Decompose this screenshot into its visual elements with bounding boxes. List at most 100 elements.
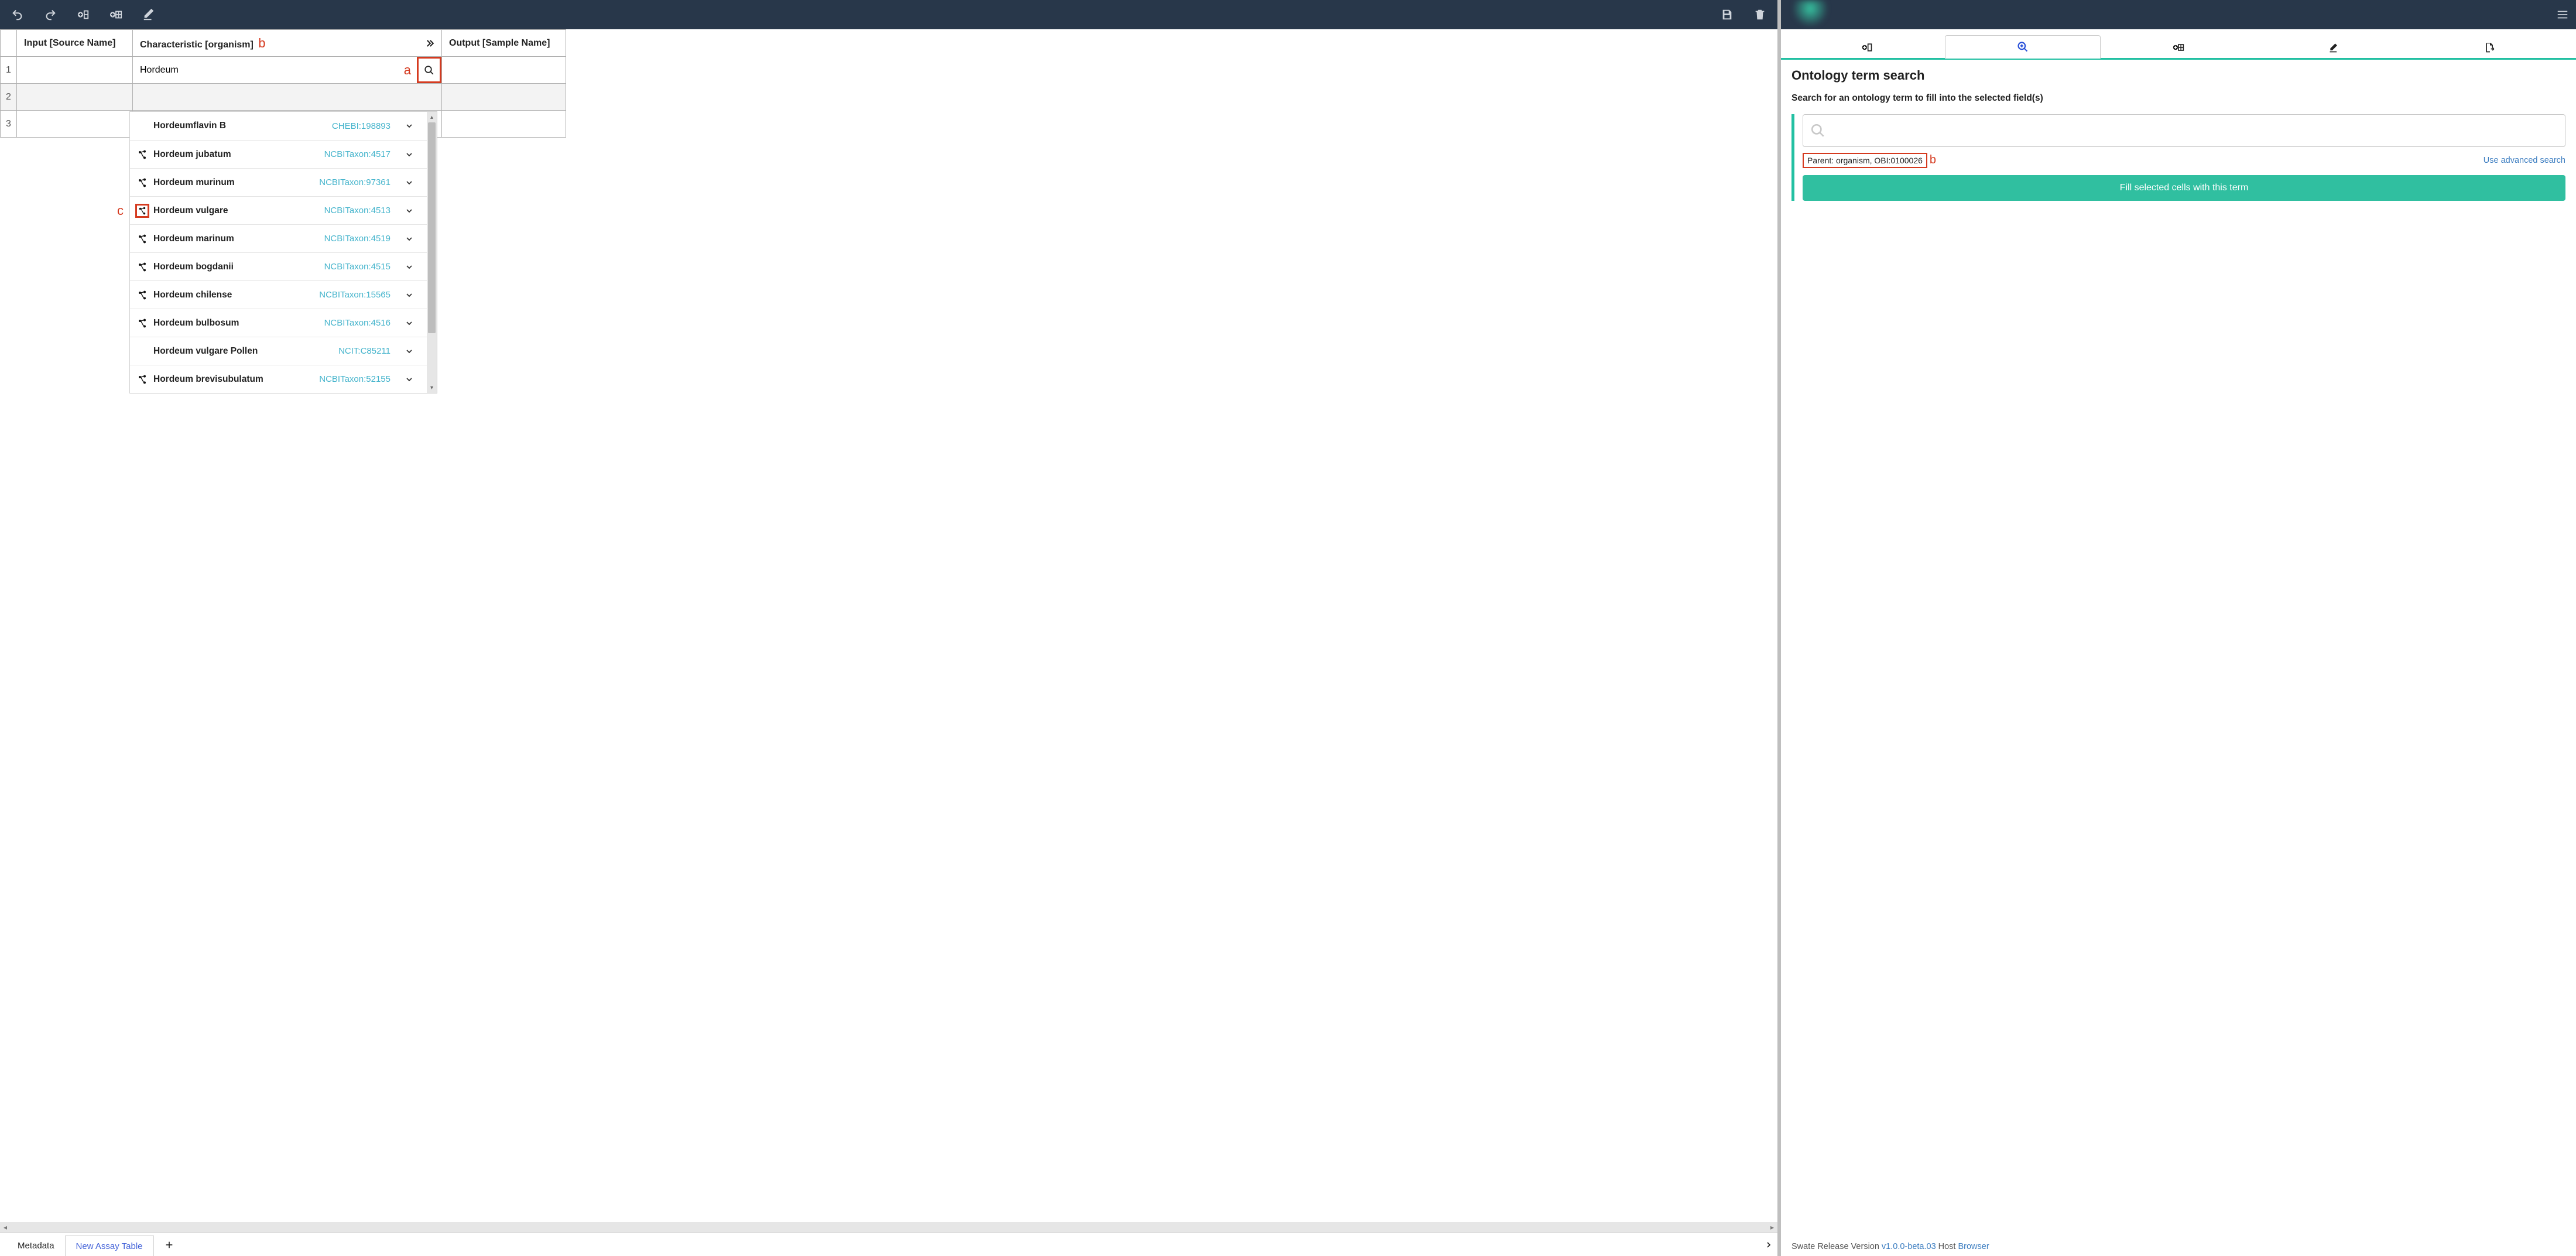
undo-button[interactable]: [7, 4, 28, 25]
save-icon: [1721, 8, 1734, 21]
dropdown-expand-button[interactable]: [399, 121, 420, 131]
dropdown-term-id: NCIT:C85211: [338, 346, 390, 356]
term-search-input[interactable]: [133, 57, 417, 83]
add-tab-button[interactable]: [154, 1233, 184, 1256]
dropdown-term-id: NCBITaxon:52155: [319, 374, 390, 384]
dropdown-term-id: CHEBI:198893: [332, 121, 390, 131]
cell-characteristic-2[interactable]: [133, 84, 442, 111]
add-table-icon: [109, 8, 122, 21]
dropdown-term-label: Hordeum bogdanii: [153, 262, 234, 272]
dropdown-expand-button[interactable]: [399, 234, 420, 244]
tool-tab-edit[interactable]: [2256, 35, 2412, 59]
row-header-3[interactable]: 3: [1, 111, 17, 138]
tree-icon[interactable]: [137, 318, 148, 328]
cell-output-3[interactable]: [442, 111, 566, 138]
hscroll-left-arrow[interactable]: ◂: [0, 1223, 11, 1231]
column-header-output[interactable]: Output [Sample Name]: [442, 30, 566, 57]
sheet-tabbar: Metadata New Assay Table: [0, 1233, 1777, 1256]
dropdown-item[interactable]: Hordeum bulbosumNCBITaxon:4516: [130, 309, 427, 337]
main-toolbar: [0, 0, 1777, 29]
annotation-c: c: [117, 203, 124, 218]
dropdown-item[interactable]: Hordeum vulgareNCBITaxon:4513c: [130, 196, 427, 224]
dropdown-item[interactable]: Hordeum brevisubulatumNCBITaxon:52155: [130, 365, 427, 393]
expand-column-button[interactable]: [424, 37, 436, 49]
dropdown-scrollbar[interactable]: ▴ ▾: [427, 112, 437, 393]
dropdown-expand-button[interactable]: [399, 290, 420, 300]
redo-button[interactable]: [40, 4, 61, 25]
tool-tab-add-column[interactable]: [1789, 35, 1945, 59]
dropdown-expand-button[interactable]: [399, 319, 420, 328]
cell-input-1[interactable]: [17, 57, 133, 84]
scrollbar-thumb[interactable]: [428, 122, 436, 333]
dropdown-expand-button[interactable]: [399, 150, 420, 159]
tree-icon[interactable]: [137, 149, 148, 160]
delete-button[interactable]: [1749, 4, 1770, 25]
parent-term-box: Parent: organism, OBI:0100026: [1803, 153, 1927, 168]
hamburger-menu-button[interactable]: [2556, 8, 2569, 21]
dropdown-expand-button[interactable]: [399, 178, 420, 187]
row-header-1[interactable]: 1: [1, 57, 17, 84]
scroll-up-arrow[interactable]: ▴: [430, 112, 433, 122]
tree-icon[interactable]: [137, 177, 148, 188]
column-header-input[interactable]: Input [Source Name]: [17, 30, 133, 57]
tool-tab-add-table[interactable]: [2101, 35, 2256, 59]
ontology-search-input[interactable]: [1803, 114, 2565, 147]
term-search-button[interactable]: [417, 57, 441, 83]
tree-icon[interactable]: [137, 374, 148, 385]
tool-tab-export[interactable]: [2412, 35, 2568, 59]
footer-version-link[interactable]: v1.0.0-beta.03: [1882, 1242, 1936, 1251]
row-header-2[interactable]: 2: [1, 84, 17, 111]
panel-title: Ontology term search: [1791, 68, 2565, 83]
footer-host-label: Host: [1938, 1242, 1956, 1251]
edit-icon: [142, 8, 155, 21]
tabs-scroll-right[interactable]: [1760, 1233, 1777, 1256]
dropdown-term-label: Hordeum chilense: [153, 290, 232, 300]
hscroll-right-arrow[interactable]: ▸: [1767, 1223, 1777, 1231]
advanced-search-link[interactable]: Use advanced search: [2483, 156, 2565, 165]
dropdown-item[interactable]: Hordeum jubatumNCBITaxon:4517: [130, 140, 427, 168]
dropdown-term-id: NCBITaxon:4519: [324, 234, 390, 244]
cell-output-1[interactable]: [442, 57, 566, 84]
horizontal-scrollbar[interactable]: ◂ ▸: [0, 1222, 1777, 1233]
dropdown-item[interactable]: Hordeum marinumNCBITaxon:4519: [130, 224, 427, 252]
tree-icon[interactable]: [137, 262, 148, 272]
footer-host-link[interactable]: Browser: [1958, 1242, 1989, 1251]
dropdown-expand-button[interactable]: [399, 206, 420, 215]
column-header-characteristic[interactable]: Characteristic [organism] b: [133, 30, 442, 57]
dropdown-item[interactable]: Hordeum vulgare PollenNCIT:C85211: [130, 337, 427, 365]
tool-tab-search[interactable]: [1945, 35, 2101, 59]
dropdown-item[interactable]: Hordeum murinumNCBITaxon:97361: [130, 168, 427, 196]
add-table-button[interactable]: [105, 4, 126, 25]
fill-cells-button[interactable]: Fill selected cells with this term: [1803, 175, 2565, 201]
search-icon: [1810, 123, 1825, 138]
scroll-down-arrow[interactable]: ▾: [430, 382, 433, 393]
dropdown-expand-button[interactable]: [399, 347, 420, 356]
dropdown-term-id: NCBITaxon:4516: [324, 318, 390, 328]
panel-subtitle: Search for an ontology term to fill into…: [1791, 93, 2565, 105]
tree-icon[interactable]: [137, 290, 148, 300]
dropdown-item[interactable]: Hordeum chilenseNCBITaxon:15565: [130, 280, 427, 309]
dropdown-term-label: Hordeum murinum: [153, 177, 235, 188]
dropdown-item[interactable]: Hordeumflavin BCHEBI:198893: [130, 112, 427, 140]
footer-prefix: Swate Release Version: [1791, 1242, 1879, 1251]
plus-icon: [165, 1240, 174, 1250]
cell-output-2[interactable]: [442, 84, 566, 111]
tree-icon[interactable]: [137, 234, 148, 244]
add-column-button[interactable]: [73, 4, 94, 25]
dropdown-expand-button[interactable]: [399, 262, 420, 272]
cell-input-3[interactable]: [17, 111, 133, 138]
dropdown-expand-button[interactable]: [399, 375, 420, 384]
cell-input-2[interactable]: [17, 84, 133, 111]
tree-icon[interactable]: [137, 206, 148, 216]
edit-button[interactable]: [138, 4, 159, 25]
dropdown-item[interactable]: Hordeum bogdaniiNCBITaxon:4515: [130, 252, 427, 280]
hscroll-track[interactable]: [11, 1222, 1767, 1233]
dropdown-term-label: Hordeum vulgare: [153, 206, 228, 216]
cell-characteristic-1[interactable]: a: [133, 57, 442, 84]
redo-icon: [44, 8, 57, 21]
tab-metadata[interactable]: Metadata: [7, 1236, 65, 1256]
save-button[interactable]: [1717, 4, 1738, 25]
dropdown-term-id: NCBITaxon:4513: [324, 206, 390, 215]
tab-new-assay[interactable]: New Assay Table: [65, 1236, 154, 1256]
column-header-characteristic-label: Characteristic [organism]: [140, 40, 254, 50]
